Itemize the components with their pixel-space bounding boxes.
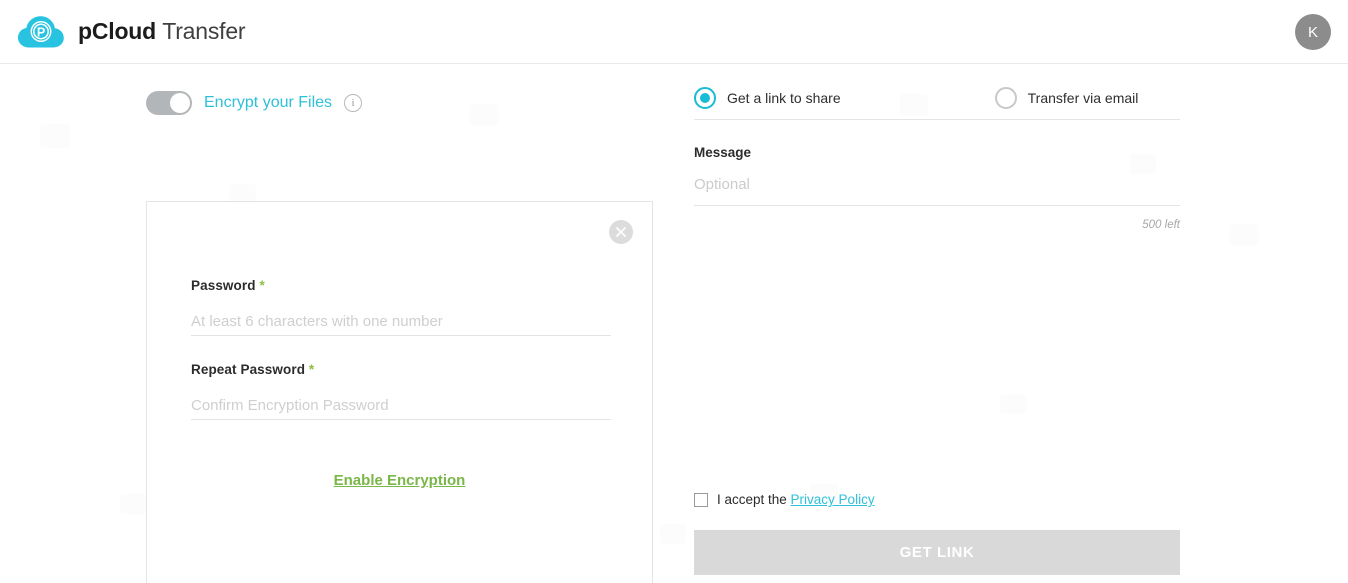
accept-privacy-checkbox[interactable] bbox=[694, 493, 708, 507]
get-link-button[interactable]: GET LINK bbox=[694, 530, 1180, 575]
encrypt-toggle-label[interactable]: Encrypt your Files bbox=[204, 94, 332, 112]
close-icon[interactable] bbox=[609, 220, 633, 244]
share-method-group: Get a link to share Transfer via email bbox=[694, 88, 1180, 120]
svg-text:P: P bbox=[37, 25, 45, 39]
enable-encryption-container: Enable Encryption bbox=[147, 472, 652, 490]
repeat-password-label-text: Repeat Password bbox=[191, 362, 305, 377]
brand-logo[interactable]: P pCloud Transfer bbox=[16, 12, 245, 52]
brand-title-secondary: Transfer bbox=[162, 18, 245, 44]
brand-title: pCloud Transfer bbox=[78, 20, 245, 43]
page-body: Encrypt your Files i Password * Re bbox=[0, 64, 1348, 583]
password-label-text: Password bbox=[191, 278, 256, 293]
toggle-knob bbox=[170, 93, 190, 113]
enable-encryption-link[interactable]: Enable Encryption bbox=[334, 472, 466, 489]
encryption-column: Encrypt your Files i Password * Re bbox=[146, 88, 653, 118]
password-field-group: Password * bbox=[191, 278, 611, 336]
radio-option-transfer-email[interactable]: Transfer via email bbox=[995, 87, 1139, 109]
radio-label-transfer-email: Transfer via email bbox=[1028, 90, 1139, 106]
repeat-password-required-mark: * bbox=[309, 362, 314, 377]
encryption-panel: Password * Repeat Password * Enable Encr… bbox=[146, 201, 653, 583]
avatar[interactable]: K bbox=[1295, 14, 1331, 50]
password-required-mark: * bbox=[259, 278, 264, 293]
privacy-accept-row: I accept the Privacy Policy bbox=[694, 492, 875, 507]
accept-privacy-text: I accept the Privacy Policy bbox=[717, 492, 875, 507]
repeat-password-input[interactable] bbox=[191, 391, 611, 420]
pcloud-cloud-logo-icon: P bbox=[16, 12, 68, 52]
info-icon[interactable]: i bbox=[344, 94, 362, 112]
share-column: Get a link to share Transfer via email M… bbox=[694, 88, 1180, 231]
password-label: Password * bbox=[191, 278, 611, 293]
password-input[interactable] bbox=[191, 307, 611, 336]
message-chars-left: 500 left bbox=[694, 219, 1180, 231]
radio-label-get-link: Get a link to share bbox=[727, 90, 841, 106]
radio-icon-selected[interactable] bbox=[694, 87, 716, 109]
info-icon-glyph: i bbox=[352, 97, 355, 109]
encrypt-toggle[interactable] bbox=[146, 91, 192, 115]
message-input[interactable] bbox=[694, 176, 1180, 206]
repeat-password-field-group: Repeat Password * bbox=[191, 362, 611, 420]
radio-option-get-link[interactable]: Get a link to share bbox=[694, 87, 841, 109]
message-label: Message bbox=[694, 145, 1180, 160]
app-header: P pCloud Transfer K bbox=[0, 0, 1348, 64]
avatar-initial: K bbox=[1308, 24, 1318, 41]
privacy-policy-link[interactable]: Privacy Policy bbox=[791, 492, 875, 507]
encrypt-toggle-row: Encrypt your Files i bbox=[146, 88, 653, 118]
accept-privacy-prefix: I accept the bbox=[717, 492, 791, 507]
radio-icon-unselected[interactable] bbox=[995, 87, 1017, 109]
repeat-password-label: Repeat Password * bbox=[191, 362, 611, 377]
message-group: Message 500 left bbox=[694, 145, 1180, 231]
brand-title-primary: pCloud bbox=[78, 18, 156, 44]
